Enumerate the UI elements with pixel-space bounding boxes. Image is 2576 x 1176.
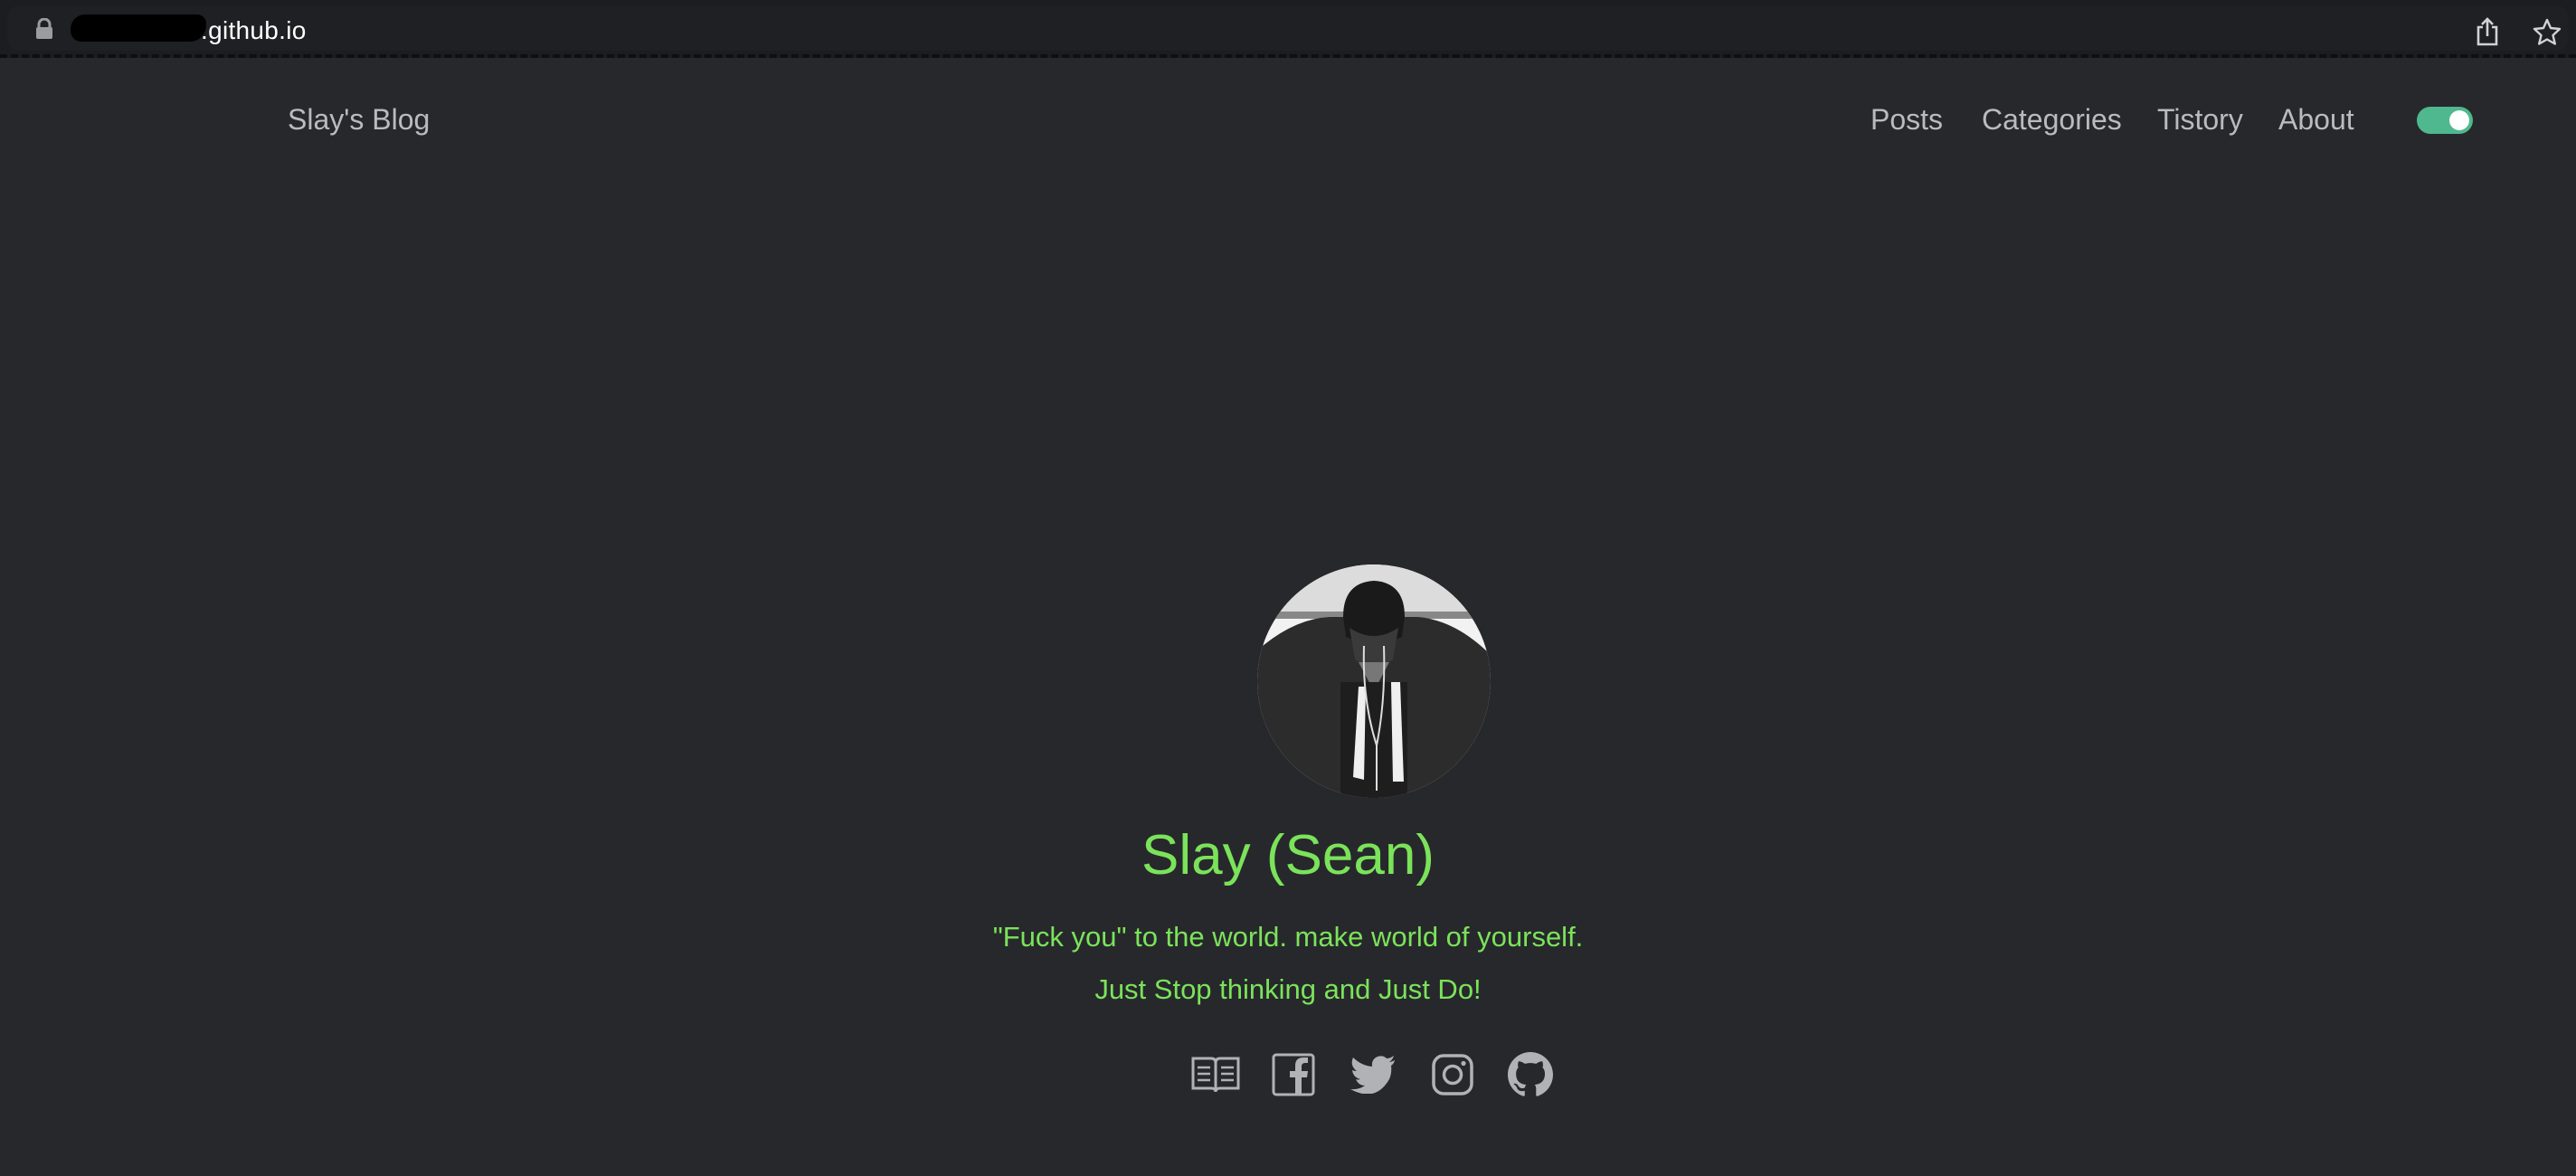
- profile-name: Slay (Sean): [1141, 824, 1435, 887]
- github-link[interactable]: [1505, 1049, 1556, 1100]
- avatar: [1257, 564, 1491, 798]
- twitter-icon: [1350, 1056, 1395, 1094]
- site-title-link[interactable]: Slay's Blog: [288, 103, 430, 137]
- facebook-icon: [1272, 1053, 1315, 1096]
- twitter-link[interactable]: [1348, 1049, 1398, 1100]
- book-icon: [1191, 1057, 1240, 1093]
- address-bar[interactable]: .github.io: [7, 5, 2569, 51]
- profile-tagline: "Fuck you" to the world. make world of y…: [992, 921, 1584, 953]
- nav-tistory[interactable]: Tistory: [2157, 103, 2243, 137]
- bookmark-star-icon[interactable]: [2533, 18, 2562, 45]
- redacted-url-part: [71, 14, 206, 42]
- blog-link[interactable]: [1190, 1049, 1241, 1100]
- site-header: Slay's Blog Posts Categories Tistory Abo…: [0, 63, 2576, 181]
- nav-posts[interactable]: Posts: [1870, 103, 1943, 137]
- share-icon[interactable]: [2475, 16, 2500, 47]
- url-text: .github.io: [201, 16, 307, 44]
- toggle-knob: [2449, 110, 2469, 130]
- lock-icon: [36, 18, 52, 39]
- github-icon: [1508, 1052, 1553, 1096]
- instagram-link[interactable]: [1427, 1049, 1478, 1100]
- avatar-image: [1257, 564, 1491, 798]
- theme-toggle[interactable]: [2417, 107, 2473, 134]
- nav-categories[interactable]: Categories: [1982, 103, 2122, 137]
- browser-toolbar: .github.io: [0, 0, 2576, 58]
- nav-about[interactable]: About: [2278, 103, 2354, 137]
- profile-motto: Just Stop thinking and Just Do!: [1094, 973, 1482, 1005]
- instagram-icon: [1432, 1054, 1473, 1095]
- facebook-link[interactable]: [1268, 1049, 1319, 1100]
